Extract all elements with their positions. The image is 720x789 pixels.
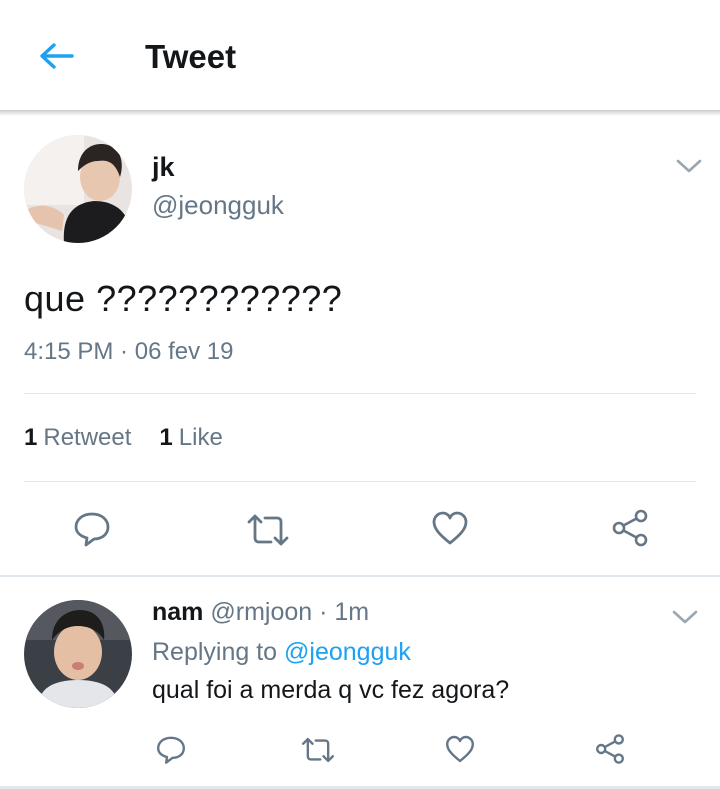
like-count[interactable]: 1 Like [159, 424, 222, 452]
back-arrow-icon[interactable] [36, 36, 76, 76]
avatar[interactable] [24, 600, 132, 708]
retweet-icon[interactable] [300, 734, 336, 766]
retweet-icon[interactable] [245, 510, 291, 550]
chevron-down-icon[interactable] [674, 156, 704, 176]
tweet-date: 06 fev 19 [134, 338, 234, 365]
like-icon[interactable] [444, 733, 476, 765]
replying-to: Replying to @jeongguk [152, 638, 411, 667]
mention-link[interactable]: @jeongguk [284, 638, 411, 666]
reply-header: nam @rmjoon · 1m [152, 598, 369, 627]
author-handle[interactable]: @jeongguk [152, 190, 284, 221]
reply-author-handle[interactable]: @rmjoon [210, 598, 312, 626]
reply-icon[interactable] [72, 508, 112, 548]
tweet-text: que ???????????? [24, 278, 343, 319]
like-count-value: 1 [159, 424, 173, 451]
tweet-timestamp: 4:15 PM · 06 fev 19 [24, 338, 233, 366]
author-name[interactable]: jk [152, 152, 175, 183]
separator: · [312, 598, 335, 626]
top-app-bar: Tweet [0, 0, 720, 112]
like-icon[interactable] [430, 508, 470, 548]
chevron-down-icon[interactable] [670, 607, 700, 627]
tweet-time: 4:15 PM [24, 338, 114, 365]
share-icon[interactable] [594, 733, 626, 765]
separator: · [113, 338, 135, 365]
retweet-count[interactable]: 1 Retweet [24, 424, 131, 452]
section-divider [0, 575, 720, 577]
reply-time: 1m [334, 598, 370, 626]
retweet-count-label: Retweet [43, 424, 132, 451]
like-count-label: Like [178, 424, 223, 451]
reply-icon[interactable] [155, 733, 187, 765]
avatar[interactable] [24, 135, 132, 243]
replying-to-label: Replying to [152, 638, 278, 666]
reply-text: qual foi a merda q vc fez agora? [152, 676, 510, 704]
reply-author-name[interactable]: nam [152, 598, 203, 626]
divider [24, 481, 696, 482]
header-divider [0, 110, 720, 116]
tweet-stats: 1 Retweet 1 Like [24, 424, 223, 452]
divider [24, 393, 696, 394]
share-icon[interactable] [610, 508, 650, 548]
page-title: Tweet [145, 38, 237, 75]
retweet-count-value: 1 [24, 424, 38, 451]
